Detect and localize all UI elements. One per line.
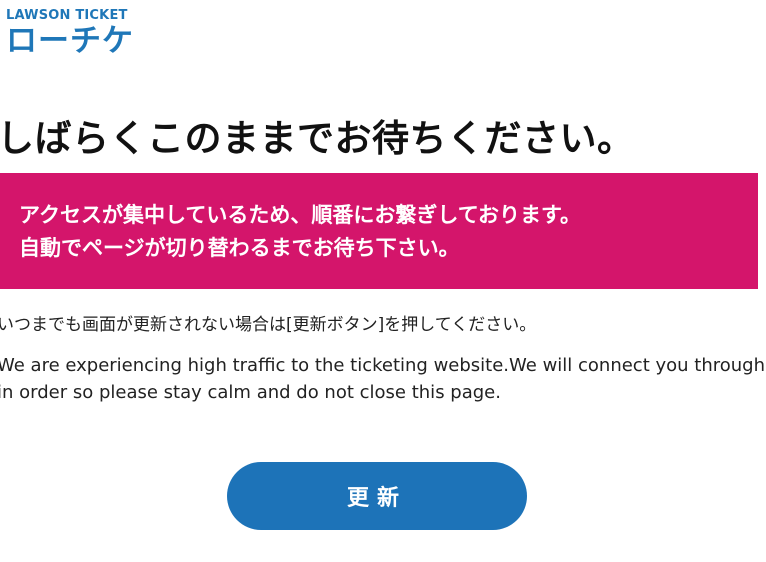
info-text-ja: いつまでも画面が更新されない場合は[更新ボタン]を押してください。	[0, 315, 537, 335]
brand-name-en: LAWSON TICKET	[6, 8, 128, 23]
notice-banner: アクセスが集中しているため、順番にお繋ぎしております。 自動でページが切り替わる…	[0, 173, 758, 289]
notice-line-2: 自動でページが切り替わるまでお待ち下さい。	[19, 236, 460, 260]
info-text-en: We are experiencing high traffic to the …	[0, 352, 766, 406]
page-title: しばらくこのままでお待ちください。	[0, 117, 635, 160]
brand-logo[interactable]: LAWSON TICKET ローチケ	[6, 8, 134, 58]
info-en-line-2: in order so please stay calm and do not …	[0, 382, 501, 403]
brand-name-ja: ローチケ	[6, 23, 134, 59]
info-en-line-1: We are experiencing high traffic to the …	[0, 355, 766, 376]
notice-line-1: アクセスが集中しているため、順番にお繋ぎしております。	[19, 203, 581, 227]
refresh-button[interactable]: 更新	[227, 462, 527, 530]
